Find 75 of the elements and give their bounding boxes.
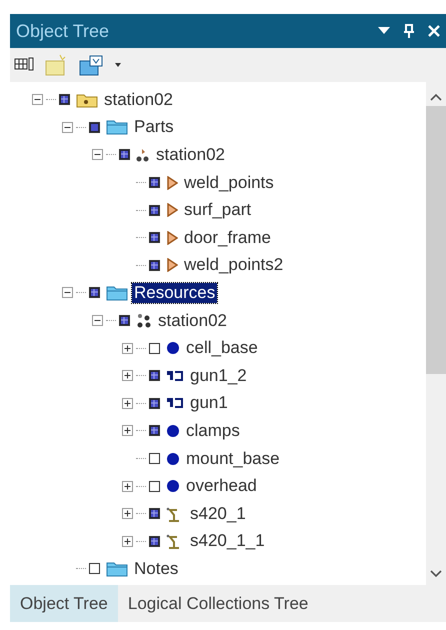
tab[interactable]: Logical Collections Tree	[118, 585, 318, 622]
tree-item[interactable]: surf_part	[182, 200, 254, 220]
expand-button[interactable]	[122, 370, 133, 382]
checkbox[interactable]	[59, 94, 70, 106]
tree-item[interactable]: Parts	[132, 117, 176, 138]
folder-icon	[76, 92, 98, 108]
checkbox[interactable]	[149, 370, 160, 382]
collapse-button[interactable]	[92, 315, 103, 326]
close-icon[interactable]	[428, 25, 440, 37]
sphere-icon	[166, 424, 180, 438]
checkbox[interactable]	[89, 563, 100, 574]
weld-gun-icon	[166, 368, 184, 383]
tree-item[interactable]: clamps	[184, 420, 242, 441]
tree-item[interactable]: door_frame	[182, 228, 273, 248]
tree-item[interactable]: weld_points2	[182, 255, 286, 276]
tree-item[interactable]: Resources	[132, 282, 218, 303]
collapse-button[interactable]	[32, 94, 43, 106]
tree-item[interactable]: Notes	[132, 558, 180, 579]
tree-item[interactable]: s420_1_1	[188, 531, 267, 552]
tab[interactable]: Object Tree	[10, 585, 118, 622]
triangle-icon	[166, 176, 178, 190]
caret-icon[interactable]	[114, 62, 122, 68]
scrollbar-thumb[interactable]	[426, 106, 446, 374]
sphere-icon	[166, 452, 180, 466]
tree-item[interactable]: s420_1	[188, 504, 248, 524]
checkbox[interactable]	[119, 315, 130, 326]
sphere-icon	[166, 479, 180, 494]
checkbox[interactable]	[149, 177, 160, 188]
collapse-button[interactable]	[92, 149, 103, 160]
checkbox[interactable]	[149, 536, 160, 547]
tree-item[interactable]: overhead	[184, 476, 259, 496]
parts-group-icon	[136, 148, 150, 162]
tree-item[interactable]: mount_base	[184, 448, 282, 469]
checkbox[interactable]	[149, 260, 160, 271]
triangle-icon	[166, 258, 178, 272]
checkbox[interactable]	[149, 508, 160, 520]
tree-item[interactable]: gun1_2	[188, 366, 249, 386]
checkbox[interactable]	[149, 204, 160, 216]
pin-icon[interactable]	[404, 24, 414, 38]
checkbox[interactable]	[149, 480, 160, 492]
tree-item[interactable]: weld_points	[182, 172, 276, 193]
triangle-icon	[166, 203, 178, 218]
tree-item[interactable]: gun1	[188, 393, 230, 414]
sphere-icon	[166, 341, 180, 356]
expand-button[interactable]	[122, 398, 133, 409]
panel-title: Object Tree	[16, 20, 110, 42]
folder-icon	[106, 284, 128, 301]
tree-item[interactable]: station02	[154, 144, 227, 165]
checkbox[interactable]	[149, 453, 160, 464]
weld-gun-icon	[166, 396, 184, 410]
checkbox[interactable]	[89, 122, 100, 133]
expand-button[interactable]	[122, 508, 133, 520]
tree-item[interactable]: station02	[156, 310, 229, 331]
checkbox[interactable]	[149, 398, 160, 409]
triangle-icon	[166, 230, 178, 245]
resources-group-icon	[136, 312, 152, 329]
checkbox[interactable]	[149, 342, 160, 354]
checkbox[interactable]	[89, 287, 100, 298]
checkbox[interactable]	[119, 149, 130, 160]
tree-item[interactable]: station02	[102, 90, 175, 110]
filter-folder-icon[interactable]	[78, 54, 104, 76]
scroll-up-icon[interactable]	[430, 92, 442, 102]
expand-button[interactable]	[122, 536, 133, 547]
scroll-down-icon[interactable]	[430, 569, 442, 579]
expand-button[interactable]	[122, 342, 133, 354]
folder-icon	[106, 119, 128, 136]
checkbox[interactable]	[149, 425, 160, 436]
checkbox[interactable]	[149, 232, 160, 244]
tree-item[interactable]: cell_base	[184, 338, 260, 358]
expand-button[interactable]	[122, 480, 133, 492]
expand-button[interactable]	[122, 425, 133, 436]
collapse-button[interactable]	[62, 122, 73, 133]
collapse-button[interactable]	[62, 287, 73, 298]
folder-icon	[106, 560, 128, 577]
dropdown-icon[interactable]	[378, 27, 390, 35]
